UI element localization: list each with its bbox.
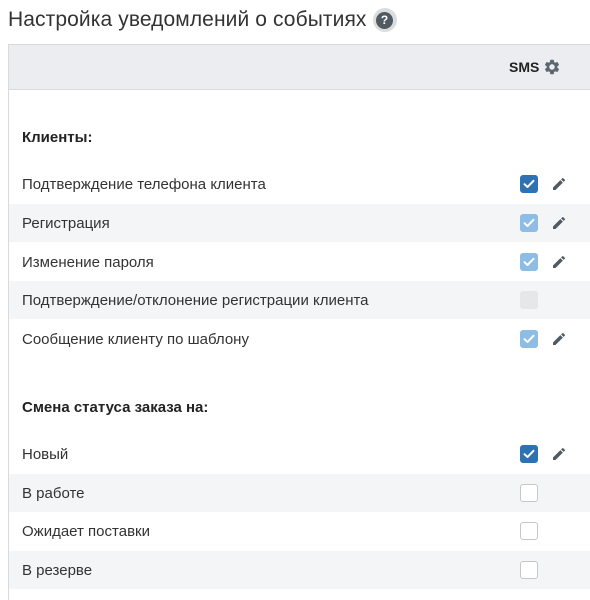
sms-checkbox[interactable]	[520, 445, 538, 463]
help-icon-glyph: ?	[376, 11, 394, 29]
sms-checkbox[interactable]	[520, 561, 538, 579]
sms-checkbox[interactable]	[520, 253, 538, 271]
pencil-icon[interactable]	[550, 214, 568, 232]
pencil-icon[interactable]	[550, 175, 568, 193]
event-row-status-awaiting-delivery: Ожидает поставки	[9, 512, 590, 550]
channel-header-sms: SMS	[509, 45, 561, 89]
event-row-password-change: Изменение пароля	[9, 243, 590, 281]
pencil-icon[interactable]	[550, 445, 568, 463]
help-icon[interactable]: ?	[372, 8, 397, 32]
channel-label: SMS	[509, 59, 540, 75]
event-row-template-message: Сообщение клиенту по шаблону	[9, 320, 590, 358]
event-row-status-in-progress: В работе	[9, 474, 590, 512]
event-label: Ожидает поставки	[22, 522, 150, 540]
event-row-phone-confirmation: Подтверждение телефона клиента	[9, 165, 590, 203]
sms-checkbox[interactable]	[520, 330, 538, 348]
sms-checkbox[interactable]	[520, 175, 538, 193]
pencil-icon[interactable]	[550, 253, 568, 271]
sms-checkbox[interactable]	[520, 214, 538, 232]
gear-icon[interactable]	[543, 58, 561, 76]
pencil-icon[interactable]	[550, 330, 568, 348]
event-label: Регистрация	[22, 214, 110, 232]
table-header: SMS	[9, 45, 590, 90]
event-label: Изменение пароля	[22, 253, 154, 271]
event-row-registration: Регистрация	[9, 204, 590, 242]
notification-settings-page: Настройка уведомлений о событиях ? SMS К…	[0, 0, 590, 600]
event-row-registration-approval: Подтверждение/отклонение регистрации кли…	[9, 281, 590, 319]
event-label: Сообщение клиенту по шаблону	[22, 330, 249, 348]
sms-checkbox[interactable]	[520, 484, 538, 502]
page-title: Настройка уведомлений о событиях	[8, 8, 367, 31]
notification-table: SMS Клиенты: Подтверждение телефона клие…	[8, 44, 590, 600]
event-label: Подтверждение телефона клиента	[22, 175, 266, 193]
event-label: Подтверждение/отклонение регистрации кли…	[22, 291, 369, 309]
event-row-status-reserved: В резерве	[9, 551, 590, 589]
section-title-clients: Клиенты:	[22, 129, 93, 146]
event-label: В резерве	[22, 561, 93, 579]
event-row-status-new: Новый	[9, 435, 590, 473]
sms-checkbox[interactable]	[520, 522, 538, 540]
event-label: В работе	[22, 484, 85, 502]
sms-checkbox-disabled	[520, 291, 538, 309]
event-label: Новый	[22, 445, 69, 463]
section-title-order-status: Смена статуса заказа на:	[22, 399, 209, 416]
title-row: Настройка уведомлений о событиях ?	[8, 4, 397, 36]
